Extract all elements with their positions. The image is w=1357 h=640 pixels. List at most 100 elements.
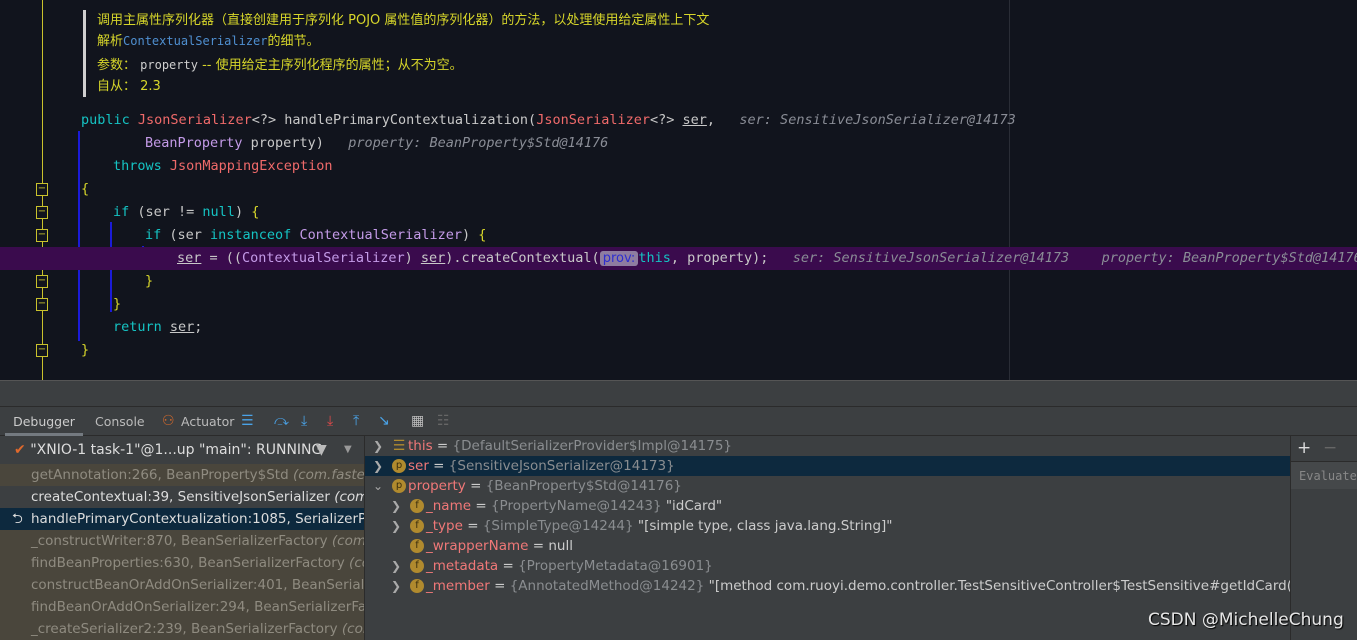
- doc-param-name: property: [140, 58, 198, 72]
- variable-row[interactable]: ❯ f _type = {SimpleType@14244} "[simple ty…: [365, 516, 1290, 536]
- stack-frame[interactable]: _createSerializer2:239, BeanSerializerFa…: [0, 618, 364, 640]
- variable-value: "idCard": [661, 498, 723, 514]
- variable-row[interactable]: f _wrapperName = null: [365, 536, 1290, 556]
- chevron-right-icon[interactable]: ❯: [373, 456, 383, 476]
- chevron-right-icon[interactable]: ❯: [391, 516, 401, 536]
- code-line: if (ser != null) {: [113, 204, 260, 220]
- variable-name: _type: [426, 518, 463, 534]
- thread-label: "XNIO-1 task-1"@1...up "main": RUNNING: [30, 442, 323, 458]
- frame-method: _createSerializer2:239, BeanSerializerFa…: [31, 621, 342, 637]
- variable-type: {PropertyMetadata@16901}: [518, 558, 713, 574]
- variable-name: property: [408, 478, 466, 494]
- variable-type: {SensitiveJsonSerializer@14173}: [448, 458, 675, 474]
- stack-frame[interactable]: _constructWriter:870, BeanSerializerFact…: [0, 530, 364, 552]
- chevron-right-icon[interactable]: ❯: [391, 576, 401, 596]
- frames-panel: ✔ "XNIO-1 task-1"@1...up "main": RUNNING…: [0, 436, 365, 640]
- variable-row[interactable]: ❯ f _member = {AnnotatedMethod@14242} "[me…: [365, 576, 1309, 596]
- field-icon: f: [410, 519, 424, 533]
- fold-icon[interactable]: −: [36, 344, 48, 357]
- variable-row[interactable]: ❯ ☰ this = {DefaultSerializerProvider$Impl…: [365, 436, 1290, 456]
- stack-frame[interactable]: ⮌ handlePrimaryContextualization:1085, Se…: [0, 508, 364, 530]
- variable-row[interactable]: ❯ f _metadata = {PropertyMetadata@16901}: [365, 556, 1290, 576]
- inline-debug-value: ser: SensitiveJsonSerializer@14173: [739, 112, 1016, 128]
- variable-name: _wrapperName: [426, 538, 529, 554]
- variable-row[interactable]: ❯ p ser = {SensitiveJsonSerializer@14173}: [365, 456, 1290, 476]
- doc-text: 解析: [97, 34, 124, 49]
- chevron-right-icon[interactable]: ❯: [373, 436, 383, 456]
- list-icon: ☰: [392, 438, 406, 454]
- fold-icon[interactable]: −: [36, 183, 48, 196]
- parameter-hint: prov:: [599, 251, 639, 266]
- fold-icon[interactable]: −: [36, 206, 48, 219]
- fold-icon[interactable]: −: [36, 275, 48, 288]
- inline-debug-value: property: BeanProperty$Std@14176: [1101, 250, 1357, 266]
- variable-name: _name: [426, 498, 472, 514]
- frame-method: handlePrimaryContextualization:1085, Ser…: [31, 511, 365, 527]
- stack-frame[interactable]: findBeanOrAddOnSerializer:294, BeanSeria…: [0, 596, 364, 618]
- force-step-into-icon[interactable]: ⤓: [327, 413, 333, 429]
- doc-params-label: 参数：: [97, 58, 137, 73]
- code-line: }: [145, 273, 154, 289]
- frame-method: findBeanProperties:630, BeanSerializerFa…: [31, 555, 350, 571]
- frame-method: createContextual:39, SensitiveJsonSerial…: [31, 489, 335, 505]
- tab-debugger[interactable]: Debugger: [5, 407, 83, 436]
- step-over-icon[interactable]: ⤼: [274, 413, 289, 429]
- trace-icon[interactable]: ☷: [437, 413, 450, 429]
- watermark: CSDN @MichelleChung: [1148, 610, 1344, 630]
- variable-row[interactable]: ❯ f _name = {PropertyName@14243} "idCard": [365, 496, 1290, 516]
- remove-watch-button[interactable]: −: [1323, 438, 1337, 458]
- chevron-right-icon[interactable]: ❯: [391, 556, 401, 576]
- code-line: BeanProperty property) property: BeanPro…: [145, 135, 609, 151]
- field-icon: f: [410, 559, 424, 573]
- evaluate-input[interactable]: Evaluate: [1291, 461, 1357, 489]
- code-line: throws JsonMappingException: [113, 158, 333, 174]
- step-out-icon[interactable]: ⤒: [353, 413, 359, 429]
- frame-package: (com.fasterxml.jackson: [292, 467, 365, 483]
- variable-name: ser: [408, 458, 429, 474]
- stack-frame[interactable]: getAnnotation:266, BeanProperty$Std (com…: [0, 464, 364, 486]
- actuator-icon: ⚇: [162, 413, 175, 429]
- doc-text: 的细节。: [267, 34, 320, 49]
- frame-method: constructBeanOrAddOnSerializer:401, Bean…: [31, 577, 365, 593]
- stack-frame[interactable]: constructBeanOrAddOnSerializer:401, Bean…: [0, 574, 364, 596]
- stack-frame[interactable]: createContextual:39, SensitiveJsonSerial…: [0, 486, 364, 508]
- tab-actuator[interactable]: Actuator: [181, 407, 234, 436]
- debug-toolbar: Debugger Console ⚇ Actuator ☰ ⤼ ⤓ ⤓ ⤒ ↘ …: [0, 407, 1357, 436]
- variable-type: {DefaultSerializerProvider$Impl@14175}: [452, 438, 733, 454]
- evaluate-expression-icon[interactable]: ▦: [411, 413, 424, 429]
- filter-icon[interactable]: ▼: [316, 436, 327, 464]
- fold-icon[interactable]: −: [36, 229, 48, 242]
- frame-method: _constructWriter:870, BeanSerializerFact…: [31, 533, 332, 549]
- chevron-down-icon[interactable]: ▼: [344, 436, 352, 464]
- parameter-icon: p: [392, 459, 406, 473]
- step-into-icon[interactable]: ⤓: [301, 413, 307, 429]
- variable-type: {SimpleType@14244}: [482, 518, 634, 534]
- doc-link[interactable]: ContextualSerializer: [123, 34, 268, 48]
- thread-selector[interactable]: ✔ "XNIO-1 task-1"@1...up "main": RUNNING…: [0, 436, 364, 464]
- run-to-cursor-icon[interactable]: ↘: [378, 413, 390, 429]
- menu-icon[interactable]: ☰: [241, 413, 254, 429]
- frame-package: (com.ruoyi: [334, 489, 364, 505]
- tab-console[interactable]: Console: [95, 407, 145, 436]
- stack-frame[interactable]: findBeanProperties:630, BeanSerializerFa…: [0, 552, 364, 574]
- doc-since-label: 自从：: [97, 79, 137, 94]
- code-line: {: [81, 181, 90, 197]
- variable-name: _metadata: [426, 558, 499, 574]
- code-editor[interactable]: 调用主属性序列化器（直接创建用于序列化 POJO 属性值的序列化器）的方法，以处…: [0, 0, 1357, 380]
- check-icon: ✔: [14, 442, 26, 458]
- doc-param-desc: -- 使用给定主序列化程序的属性；从不为空。: [197, 58, 463, 73]
- fold-icon[interactable]: −: [36, 298, 48, 311]
- code-line: public JsonSerializer<?> handlePrimaryCo…: [81, 112, 1016, 128]
- chevron-down-icon[interactable]: ⌄: [373, 476, 383, 496]
- panel-splitter[interactable]: [0, 380, 1357, 407]
- variable-name: _member: [426, 578, 490, 594]
- variable-type: {AnnotatedMethod@14242}: [509, 578, 705, 594]
- add-watch-button[interactable]: +: [1297, 438, 1311, 458]
- variable-type: {PropertyName@14243}: [490, 498, 662, 514]
- code-line: }: [113, 296, 122, 312]
- frame-package: (com.fasterxml: [331, 533, 365, 549]
- variable-row[interactable]: ⌄ p property = {BeanProperty$Std@14176}: [365, 476, 1290, 496]
- chevron-right-icon[interactable]: ❯: [391, 496, 401, 516]
- code-line: if (ser instanceof ContextualSerializer)…: [145, 227, 487, 243]
- frame-package: (com.fasterxml: [341, 621, 364, 637]
